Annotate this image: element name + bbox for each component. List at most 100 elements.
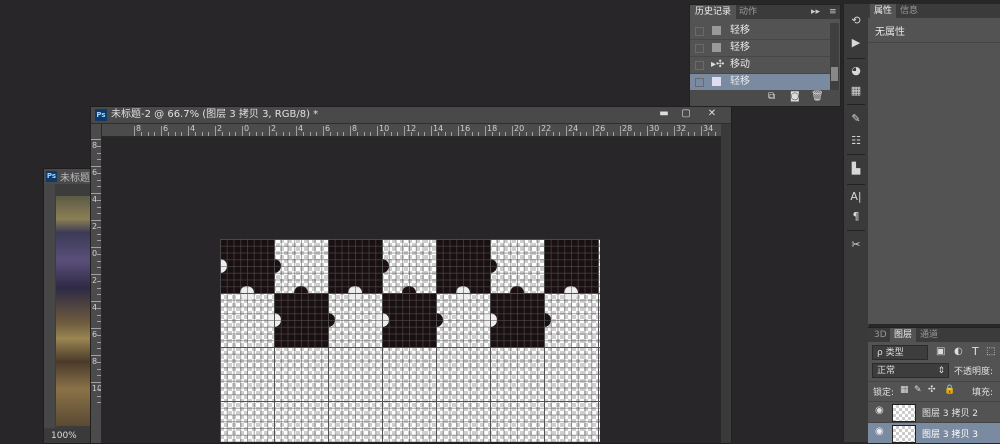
vertical-ruler[interactable]: 86420246810 bbox=[91, 124, 102, 443]
zoom-level[interactable]: 100% bbox=[44, 429, 94, 443]
vertical-scrollbar[interactable] bbox=[721, 124, 730, 443]
background-document-window[interactable]: Ps 未标题 100% bbox=[43, 168, 95, 444]
type-filter-icon[interactable]: T bbox=[972, 345, 979, 358]
blend-mode-select[interactable]: 正常 ⇕ bbox=[872, 363, 949, 378]
styles-icon[interactable]: ▙ bbox=[848, 162, 864, 176]
layer-row[interactable]: ◉ 图层 3 拷贝 2 bbox=[868, 401, 1000, 422]
layer-name[interactable]: 图层 3 拷贝 3 bbox=[922, 427, 978, 440]
ruler-tick bbox=[91, 139, 101, 140]
properties-panel[interactable]: 属性 信息 无属性 bbox=[868, 4, 1000, 324]
lock-pixels-icon[interactable]: ✎ bbox=[914, 385, 922, 395]
background-document-image bbox=[56, 196, 94, 426]
maximize-button[interactable]: ▢ bbox=[675, 107, 697, 123]
document-titlebar[interactable]: Ps 未标题-2 @ 66.7% (图层 3 拷贝 3, RGB/8) * ▬ … bbox=[91, 107, 731, 124]
snapshot-checkbox[interactable] bbox=[695, 61, 704, 70]
tab-channels[interactable]: 通道 bbox=[916, 328, 942, 342]
ruler-tick bbox=[242, 126, 243, 136]
divider bbox=[847, 104, 865, 105]
tab-history[interactable]: 历史记录 bbox=[690, 5, 737, 19]
ruler-tick bbox=[680, 132, 682, 136]
ruler-tick bbox=[714, 132, 716, 136]
layer-name[interactable]: 图层 3 拷贝 2 bbox=[922, 406, 978, 419]
history-item-label: 轻移 bbox=[730, 42, 750, 53]
tab-actions[interactable]: 动作 bbox=[734, 5, 762, 19]
ruler-tick bbox=[161, 126, 162, 136]
history-item[interactable]: ▸✣ 移动 bbox=[690, 57, 830, 74]
ruler-tick bbox=[444, 132, 446, 136]
canvas[interactable] bbox=[220, 239, 600, 442]
background-document-titlebar[interactable]: Ps 未标题 bbox=[44, 169, 94, 184]
lock-all-icon[interactable]: 🔒 bbox=[944, 385, 955, 395]
tab-properties[interactable]: 属性 bbox=[870, 4, 897, 18]
photoshop-icon: Ps bbox=[46, 171, 57, 182]
ruler-tick bbox=[572, 132, 574, 136]
paragraph-icon[interactable]: ¶ bbox=[848, 210, 864, 224]
snapshot-checkbox[interactable] bbox=[695, 78, 704, 87]
eye-icon[interactable]: ◉ bbox=[875, 405, 884, 416]
ruler-tick bbox=[606, 132, 608, 136]
history-item-selected[interactable]: 轻移 bbox=[690, 74, 830, 91]
ruler-tick bbox=[410, 132, 412, 136]
lock-label: 锁定: bbox=[873, 388, 895, 398]
document-icon bbox=[712, 26, 721, 35]
ruler-tick bbox=[97, 179, 101, 181]
divider bbox=[868, 42, 1000, 43]
layer-filter-select[interactable]: ρ 类型 bbox=[872, 345, 928, 360]
move-tool-icon: ▸✣ bbox=[711, 59, 725, 70]
layers-panel[interactable]: 3D 图层 通道 ρ 类型 ▣ ◐ T ⬚ 正常 ⇕ 不透明度: 锁定: ▦ ✎… bbox=[868, 327, 1000, 443]
ruler-tick bbox=[660, 132, 662, 136]
eye-icon[interactable]: ◉ bbox=[875, 426, 884, 437]
scrollbar-thumb[interactable] bbox=[831, 67, 838, 81]
tab-info[interactable]: 信息 bbox=[896, 4, 922, 18]
trash-icon[interactable]: 🗑 bbox=[811, 91, 824, 102]
history-icon[interactable]: ⟲ bbox=[848, 14, 864, 28]
ruler-tick bbox=[97, 321, 101, 323]
character-icon[interactable]: A| bbox=[848, 190, 864, 204]
adjustments-icon[interactable]: ☷ bbox=[848, 134, 864, 148]
ruler-tick bbox=[91, 328, 101, 329]
ruler-tick bbox=[97, 152, 101, 154]
brush-icon[interactable]: ✎ bbox=[848, 112, 864, 126]
horizontal-ruler[interactable]: 8642024681012141618202224262830323436 bbox=[101, 124, 721, 137]
layer-row-selected[interactable]: ◉ 图层 3 拷贝 3 bbox=[868, 422, 1000, 443]
history-item[interactable]: 轻移 bbox=[690, 23, 830, 40]
ruler-tick bbox=[458, 126, 459, 136]
ruler-tick bbox=[559, 132, 561, 136]
tab-3d[interactable]: 3D bbox=[870, 328, 891, 342]
color-icon[interactable]: ◕ bbox=[848, 64, 864, 78]
history-panel[interactable]: 历史记录 动作 ▸▸ ≡ 轻移 轻移 ▸✣ 移动 轻移 ⧉ ◙ 🗑 bbox=[689, 4, 841, 107]
shape-filter-icon[interactable]: ⬚ bbox=[986, 346, 995, 357]
ruler-tick bbox=[228, 132, 230, 136]
tab-layers[interactable]: 图层 bbox=[890, 328, 917, 342]
minimize-button[interactable]: ▬ bbox=[653, 107, 675, 123]
panel-collapse-icon[interactable]: ▸▸ bbox=[806, 5, 825, 19]
ruler-tick bbox=[255, 132, 257, 136]
snapshot-checkbox[interactable] bbox=[695, 27, 704, 36]
layer-thumbnail bbox=[892, 425, 916, 443]
ruler-tick bbox=[316, 132, 318, 136]
ruler-tick bbox=[377, 126, 378, 136]
ruler-tick bbox=[289, 132, 291, 136]
pixel-filter-icon[interactable]: ▣ bbox=[936, 346, 945, 357]
lock-position-icon[interactable]: ✣ bbox=[928, 385, 936, 395]
lock-transparency-icon[interactable]: ▦ bbox=[900, 385, 909, 395]
ruler-tick bbox=[275, 132, 277, 136]
actions-icon[interactable]: ▶ bbox=[848, 36, 864, 50]
ruler-tick bbox=[221, 132, 223, 136]
panel-menu-icon[interactable]: ≡ bbox=[824, 5, 842, 19]
history-panel-tabs: 历史记录 动作 ▸▸ ≡ bbox=[690, 5, 840, 19]
fill-label: 填充: bbox=[972, 388, 994, 398]
tool-presets-icon[interactable]: ✂ bbox=[848, 238, 864, 252]
snapshot-checkbox[interactable] bbox=[695, 44, 704, 53]
history-scrollbar[interactable] bbox=[830, 23, 839, 90]
ruler-tick bbox=[323, 126, 324, 136]
swatches-icon[interactable]: ▦ bbox=[848, 84, 864, 98]
new-document-from-state-icon[interactable]: ⧉ bbox=[768, 91, 775, 102]
close-button[interactable]: ✕ bbox=[697, 107, 727, 123]
history-item[interactable]: 轻移 bbox=[690, 40, 830, 57]
ruler-tick bbox=[640, 132, 642, 136]
adjustment-filter-icon[interactable]: ◐ bbox=[954, 346, 963, 357]
ruler-tick bbox=[518, 132, 520, 136]
ruler-tick bbox=[97, 233, 101, 235]
camera-icon[interactable]: ◙ bbox=[790, 91, 800, 102]
